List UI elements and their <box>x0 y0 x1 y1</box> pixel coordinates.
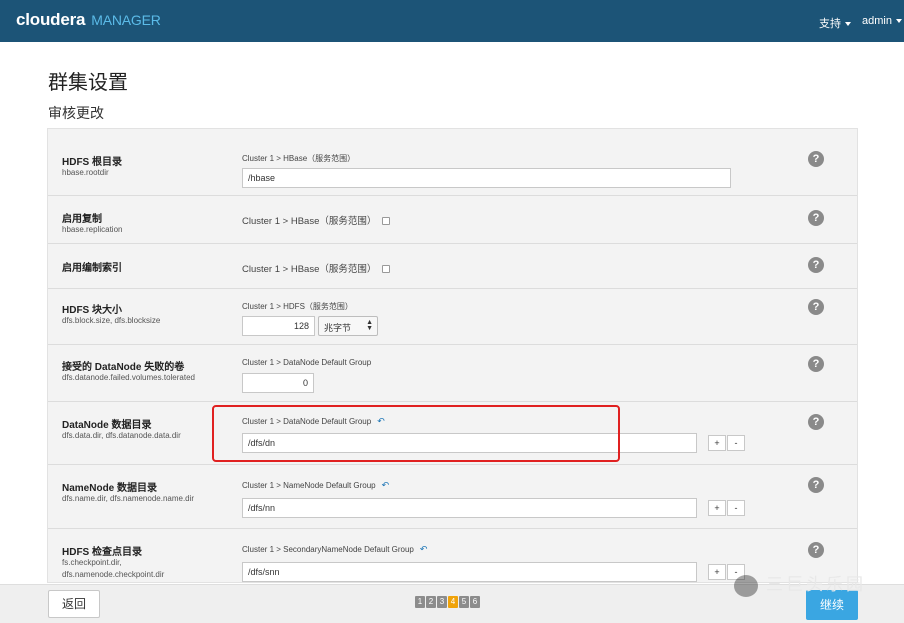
setting-scope-row: Cluster 1 > HBase（服务范围） <box>242 213 391 227</box>
setting-scope: Cluster 1 > HBase（服务范围） <box>242 216 377 227</box>
setting-row-hbase-rootdir: HDFS 根目录 hbase.rootdir Cluster 1 > HBase… <box>48 129 857 196</box>
back-button[interactable]: 返回 <box>48 590 100 618</box>
setting-scope-row: Cluster 1 > HBase（服务范围） <box>242 261 391 275</box>
add-path-button[interactable]: + <box>708 435 726 451</box>
setting-label: DataNode 数据目录 <box>62 420 152 431</box>
setting-scope: Cluster 1 > DataNode Default Group <box>242 358 372 367</box>
logo-brand: cloudera <box>16 10 86 29</box>
step-indicator: 2 <box>426 596 436 608</box>
page-subtitle: 审核更改 <box>48 105 104 121</box>
setting-scope: Cluster 1 > NameNode Default Group <box>242 481 376 490</box>
setting-scope-row: Cluster 1 > NameNode Default Group ↶ <box>242 480 389 491</box>
help-icon[interactable]: ? <box>808 299 824 315</box>
setting-key: dfs.datanode.failed.volumes.tolerated <box>62 373 195 382</box>
setting-scope: Cluster 1 > HDFS（服务范围） <box>242 302 353 311</box>
setting-label: 启用编制索引 <box>62 263 122 274</box>
block-size-unit-select[interactable]: 兆字节 ▲ ▼ <box>318 316 378 336</box>
setting-row-dfs-blocksize: HDFS 块大小 dfs.block.size, dfs.blocksize C… <box>48 289 857 345</box>
setting-row-namenode-name-dir: NameNode 数据目录 dfs.name.dir, dfs.namenode… <box>48 465 857 529</box>
setting-key: dfs.namenode.checkpoint.dir <box>62 570 165 579</box>
step-indicator: 5 <box>459 596 469 608</box>
highlight-box <box>212 405 620 462</box>
setting-label: HDFS 根目录 <box>62 157 122 168</box>
undo-arrow-icon[interactable]: ↶ <box>420 544 428 554</box>
setting-label: 启用复制 <box>62 214 102 225</box>
step-indicator: 1 <box>415 596 425 608</box>
setting-label: NameNode 数据目录 <box>62 483 158 494</box>
remove-path-button[interactable]: - <box>727 500 745 516</box>
wizard-steps: 123456 <box>415 591 481 609</box>
top-navbar: cloudera MANAGER 支持 admin <box>0 0 904 42</box>
remove-path-button[interactable]: - <box>727 435 745 451</box>
watermark: 三巨头乐园 <box>734 570 866 597</box>
setting-key: dfs.data.dir, dfs.datanode.data.dir <box>62 431 181 440</box>
setting-row-failed-volumes: 接受的 DataNode 失败的卷 dfs.datanode.failed.vo… <box>48 345 857 402</box>
setting-key: hbase.replication <box>62 225 123 234</box>
support-menu[interactable]: 支持 <box>819 15 851 31</box>
block-size-input[interactable]: 128 <box>242 316 315 336</box>
user-menu-label: admin <box>862 15 892 27</box>
step-indicator: 6 <box>470 596 480 608</box>
page-title: 群集设置 <box>48 72 128 94</box>
help-icon[interactable]: ? <box>808 151 824 167</box>
setting-scope: Cluster 1 > SecondaryNameNode Default Gr… <box>242 545 414 554</box>
wechat-icon <box>734 574 758 597</box>
cloudera-manager-logo[interactable]: cloudera MANAGER <box>16 10 161 30</box>
setting-key: hbase.rootdir <box>62 168 109 177</box>
setting-key: dfs.block.size, dfs.blocksize <box>62 316 161 325</box>
support-menu-label: 支持 <box>819 18 841 30</box>
help-icon[interactable]: ? <box>808 477 824 493</box>
namenode-name-dir-input[interactable]: /dfs/nn <box>242 498 697 518</box>
setting-scope: Cluster 1 > HBase（服务范围） <box>242 154 356 163</box>
help-icon[interactable]: ? <box>808 356 824 372</box>
logo-product: MANAGER <box>91 12 161 28</box>
setting-label: 接受的 DataNode 失败的卷 <box>62 362 185 373</box>
setting-label: HDFS 块大小 <box>62 305 122 316</box>
setting-label: HDFS 检查点目录 <box>62 547 142 558</box>
add-path-button[interactable]: + <box>708 564 726 580</box>
chevron-down-icon <box>845 22 851 27</box>
step-indicator-current: 4 <box>448 596 458 608</box>
setting-key: fs.checkpoint.dir, <box>62 558 122 567</box>
setting-scope-row: Cluster 1 > SecondaryNameNode Default Gr… <box>242 544 427 555</box>
chevron-down-icon <box>895 19 902 24</box>
checkpoint-dir-input[interactable]: /dfs/snn <box>242 562 697 582</box>
updown-arrows-icon: ▲ ▼ <box>366 319 373 332</box>
help-icon[interactable]: ? <box>808 210 824 226</box>
block-size-unit-value: 兆字节 <box>324 323 352 333</box>
settings-panel: HDFS 根目录 hbase.rootdir Cluster 1 > HBase… <box>47 128 858 583</box>
setting-row-hbase-indexing: 启用编制索引 Cluster 1 > HBase（服务范围） ? <box>48 244 857 289</box>
failed-volumes-input[interactable]: 0 <box>242 373 314 393</box>
help-icon[interactable]: ? <box>808 414 824 430</box>
setting-row-hbase-replication: 启用复制 hbase.replication Cluster 1 > HBase… <box>48 196 857 244</box>
help-icon[interactable]: ? <box>808 257 824 273</box>
indexing-checkbox[interactable] <box>382 265 391 273</box>
setting-key: dfs.name.dir, dfs.namenode.name.dir <box>62 494 195 503</box>
help-icon[interactable]: ? <box>808 542 824 558</box>
hbase-rootdir-input[interactable]: /hbase <box>242 168 731 188</box>
add-path-button[interactable]: + <box>708 500 726 516</box>
user-menu[interactable]: admin <box>862 15 902 27</box>
step-indicator: 3 <box>437 596 447 608</box>
undo-arrow-icon[interactable]: ↶ <box>382 480 390 490</box>
watermark-text: 三巨头乐园 <box>766 575 866 594</box>
setting-scope: Cluster 1 > HBase（服务范围） <box>242 264 377 275</box>
replication-checkbox[interactable] <box>382 217 391 225</box>
